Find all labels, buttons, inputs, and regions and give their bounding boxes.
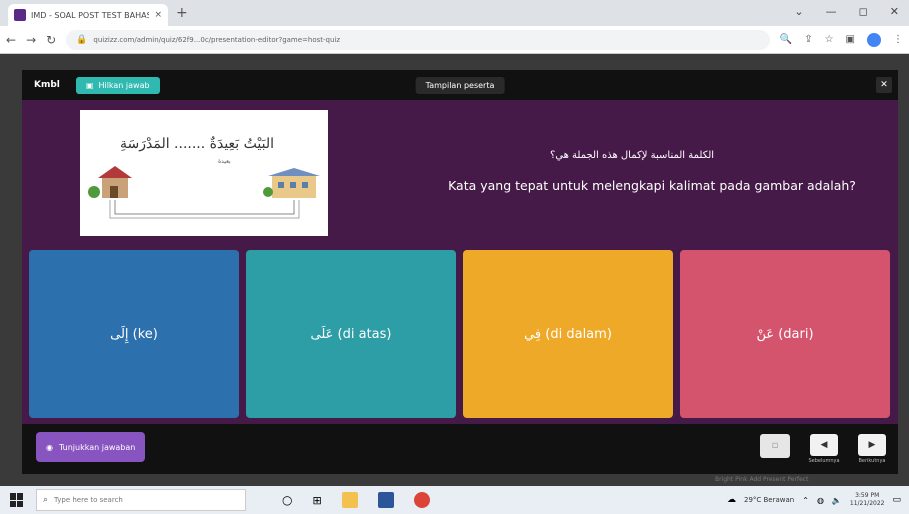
previous-label: Sebelumnya bbox=[808, 458, 840, 464]
show-answer-label: Tunjukkan jawaban bbox=[58, 442, 136, 452]
quizizz-favicon-icon bbox=[14, 9, 26, 21]
reload-icon[interactable]: ↻ bbox=[46, 33, 56, 47]
eye-off-icon: ▣ bbox=[85, 80, 94, 90]
participant-view-button[interactable]: Tampilan peserta bbox=[415, 76, 505, 94]
weather-text[interactable]: 29°C Berawan bbox=[744, 496, 794, 504]
question-text-arabic: الكلمة المناسبة لإكمال هذه الجملة هي؟ bbox=[549, 150, 715, 161]
clock-time: 3:59 PM bbox=[855, 492, 880, 499]
bookmark-star-icon[interactable]: ☆ bbox=[825, 34, 834, 45]
browser-tab[interactable]: IMD - SOAL POST TEST BAHASA × bbox=[8, 4, 168, 26]
clock[interactable]: 3:59 PM 11/21/2022 bbox=[850, 492, 885, 508]
task-view-icon[interactable]: ○ bbox=[282, 493, 292, 507]
close-window-button[interactable]: ✕ bbox=[890, 5, 899, 18]
taskbar-search-input[interactable]: ⌕ Type here to search bbox=[36, 489, 246, 511]
search-placeholder: Type here to search bbox=[54, 496, 123, 504]
hide-answers-button[interactable]: ▣ Hilkan jawab bbox=[75, 76, 160, 94]
clock-date: 11/21/2022 bbox=[849, 500, 885, 507]
next-label: Berikutnya bbox=[858, 458, 886, 464]
url-text: quizizz.com/admin/quiz/62f9...0c/present… bbox=[93, 35, 341, 44]
answer-label: إِلَى (ke) bbox=[110, 326, 158, 342]
profile-avatar[interactable] bbox=[867, 32, 881, 47]
system-tray: ☁ 29°C Berawan ⌃ ◍ 🔈 3:59 PM 11/21/2022 … bbox=[727, 492, 909, 508]
presenter-top-bar: Kmbl ▣ Hilkan jawab Tampilan peserta ✕ bbox=[22, 70, 898, 100]
volume-icon[interactable]: 🔈 bbox=[832, 496, 842, 505]
tray-chevron-icon[interactable]: ⌃ bbox=[802, 496, 809, 505]
word-icon[interactable] bbox=[377, 492, 394, 508]
show-answer-button[interactable]: ◉ Tunjukkan jawaban bbox=[36, 432, 146, 462]
presenter-bottom-bar: ◉ Tunjukkan jawaban ▫ ◀ ▶ Sebelumnya Ber… bbox=[22, 424, 898, 474]
notification-icon[interactable]: ▭ bbox=[892, 495, 901, 505]
answer-option-3[interactable]: فِي (di dalam) bbox=[463, 250, 673, 418]
house-school-illustration-icon bbox=[88, 166, 320, 219]
previous-button[interactable]: ◀ bbox=[810, 434, 838, 456]
forward-arrow-icon[interactable]: → bbox=[26, 33, 36, 47]
chevron-left-icon: ◀ bbox=[820, 440, 828, 450]
answer-label: عَلَى (di atas) bbox=[310, 326, 392, 342]
minimize-button[interactable]: — bbox=[826, 5, 837, 18]
address-bar: ← → ↻ 🔒 quizizz.com/admin/quiz/62f9...0c… bbox=[0, 26, 909, 54]
answer-label: فِي (di dalam) bbox=[524, 326, 612, 342]
background-window-text: Bright Pink Add Present Perfect bbox=[715, 476, 809, 483]
extensions-icon[interactable]: ▣ bbox=[846, 34, 855, 45]
network-icon[interactable]: ◍ bbox=[817, 496, 824, 505]
window-controls: ⌄ — ◻ ✕ bbox=[794, 5, 899, 18]
file-explorer-icon[interactable] bbox=[341, 492, 358, 508]
chrome-icon[interactable] bbox=[413, 492, 430, 508]
maximize-button[interactable]: ◻ bbox=[859, 5, 868, 18]
hide-answers-label: Hilkan jawab bbox=[98, 80, 150, 90]
eye-icon: ◉ bbox=[46, 442, 53, 452]
windows-taskbar: ⌕ Type here to search ○ ⊞ ☁ 29°C Berawan… bbox=[0, 486, 909, 514]
back-button[interactable]: Kmbl bbox=[34, 80, 60, 90]
question-image: البَيْتُ بَعِيدَةٌ ....... المَدْرَسَةِ … bbox=[80, 110, 328, 236]
widgets-icon[interactable]: ⊞ bbox=[312, 494, 321, 507]
tab-search-icon[interactable]: ⌄ bbox=[794, 5, 803, 18]
answer-option-1[interactable]: إِلَى (ke) bbox=[29, 250, 239, 418]
question-text: Kata yang tepat untuk melengkapi kalimat… bbox=[448, 178, 856, 193]
answer-option-2[interactable]: عَلَى (di atas) bbox=[246, 250, 456, 418]
chevron-right-icon: ▶ bbox=[868, 440, 876, 450]
menu-kebab-icon[interactable]: ⋮ bbox=[893, 34, 903, 45]
new-tab-button[interactable]: + bbox=[176, 5, 188, 21]
lock-icon: 🔒 bbox=[76, 34, 88, 45]
tab-title: IMD - SOAL POST TEST BAHASA bbox=[31, 10, 150, 20]
taskbar-apps: ○ ⊞ bbox=[282, 492, 430, 508]
tab-close-icon[interactable]: × bbox=[154, 10, 162, 20]
zoom-icon[interactable]: 🔍 bbox=[780, 34, 792, 45]
close-presenter-button[interactable]: ✕ bbox=[876, 77, 892, 93]
share-icon[interactable]: ⇪ bbox=[804, 34, 812, 45]
fullscreen-button[interactable]: ▫ bbox=[760, 434, 790, 458]
weather-icon: ☁ bbox=[726, 495, 736, 505]
windows-start-icon[interactable] bbox=[10, 493, 24, 507]
back-arrow-icon[interactable]: ← bbox=[6, 33, 16, 47]
browser-tab-bar: IMD - SOAL POST TEST BAHASA × + ⌄ — ◻ ✕ bbox=[0, 0, 909, 26]
search-icon: ⌕ bbox=[43, 495, 49, 505]
next-button[interactable]: ▶ bbox=[858, 434, 886, 456]
question-stage: البَيْتُ بَعِيدَةٌ ....... المَدْرَسَةِ … bbox=[22, 100, 898, 424]
answer-option-4[interactable]: عَنْ (dari) bbox=[680, 250, 890, 418]
answer-label: عَنْ (dari) bbox=[756, 326, 814, 342]
url-field[interactable]: 🔒 quizizz.com/admin/quiz/62f9...0c/prese… bbox=[66, 29, 770, 50]
browser-actions: 🔍 ⇪ ☆ ▣ ⋮ bbox=[780, 32, 903, 47]
